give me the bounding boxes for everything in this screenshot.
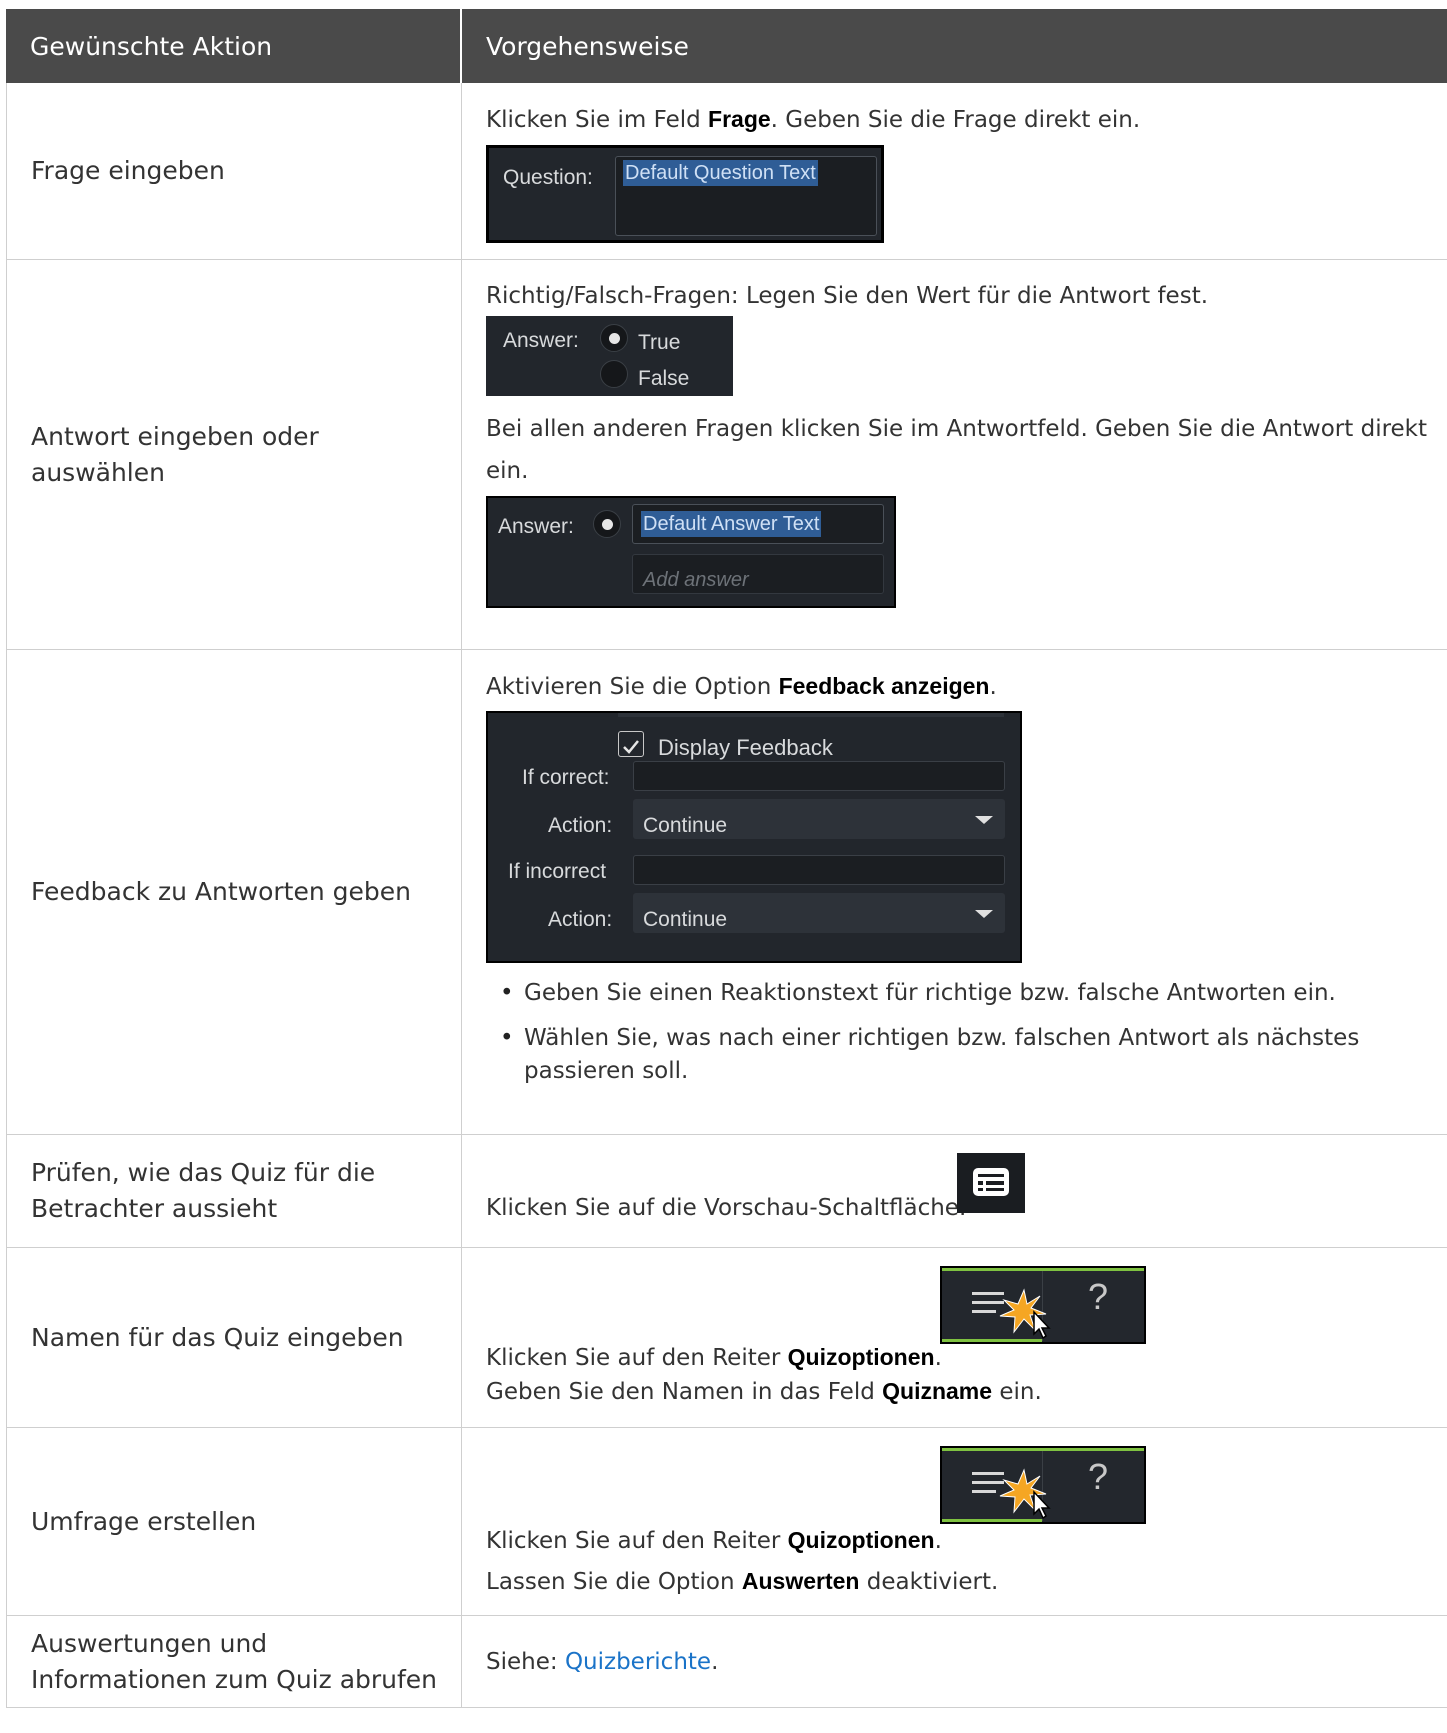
row-procedure: Richtig/Falsch-Fragen: Legen Sie den Wer… <box>462 260 1447 649</box>
help-tab-icon[interactable]: ? <box>1088 1278 1108 1316</box>
bullet-list: Geben Sie einen Reaktionstext für richti… <box>486 977 1433 1088</box>
answer-input[interactable]: Default Answer Text <box>632 504 884 544</box>
list-item: Wählen Sie, was nach einer richtigen bzw… <box>500 1022 1433 1088</box>
true-false-screenshot: Answer: True False <box>486 316 733 396</box>
instruction-text: Siehe: Quizberichte. <box>486 1648 719 1675</box>
row-procedure: Klicken Sie auf den Reiter Quizoptionen.… <box>462 1248 1447 1427</box>
answer-field-screenshot: Answer: Default Answer Text Add answer <box>486 496 896 608</box>
quiz-options-tab-screenshot: ? <box>940 1266 1146 1344</box>
if-correct-input[interactable] <box>633 761 1005 791</box>
table-row: Feedback zu Antworten geben Aktivieren S… <box>6 650 1447 1135</box>
table-row: Umfrage erstellen Klicken Sie auf den Re… <box>6 1428 1447 1616</box>
cursor-icon <box>1033 1310 1051 1340</box>
add-answer-input[interactable]: Add answer <box>632 554 884 594</box>
add-answer-placeholder: Add answer <box>643 569 749 591</box>
row-action: Antwort eingeben oder auswählen <box>6 260 462 649</box>
quiz-reports-link[interactable]: Quizberichte <box>565 1649 711 1675</box>
answer-radio[interactable] <box>593 510 621 538</box>
header-action: Gewünschte Aktion <box>6 9 462 83</box>
answer-label: Answer: <box>498 515 574 538</box>
quiz-options-tab-screenshot: ? <box>940 1446 1146 1524</box>
instruction-text: Klicken Sie auf den Reiter Quizoptionen. <box>486 1527 942 1554</box>
help-tab-icon[interactable]: ? <box>1088 1458 1108 1496</box>
quiz-options-tab-icon[interactable] <box>942 1268 1052 1344</box>
row-action: Frage eingeben <box>6 83 462 259</box>
action-select-value: Continue <box>643 908 728 931</box>
question-input[interactable]: Default Question Text <box>615 156 877 236</box>
row-procedure: Klicken Sie auf den Reiter Quizoptionen.… <box>462 1428 1447 1615</box>
radio-false-label: False <box>638 367 690 390</box>
action-label: Action: <box>548 908 613 931</box>
action-select-incorrect[interactable]: Continue <box>633 893 1005 933</box>
radio-true[interactable] <box>600 324 628 352</box>
instruction-text: Bei allen anderen Fragen klicken Sie im … <box>486 416 1428 484</box>
instruction-text: Klicken Sie im Feld Frage. Geben Sie die… <box>486 106 1141 133</box>
instruction-text: Klicken Sie auf die Vorschau-Schaltfläch… <box>486 1195 967 1221</box>
if-incorrect-label: If incorrect <box>508 860 607 883</box>
header-procedure: Vorgehensweise <box>486 31 689 61</box>
row-procedure: Aktivieren Sie die Option Feedback anzei… <box>462 650 1447 1134</box>
quiz-options-tab-icon[interactable] <box>942 1448 1052 1524</box>
chevron-down-icon <box>975 816 993 824</box>
instruction-text: Geben Sie den Namen in das Feld Quizname… <box>486 1378 1042 1405</box>
cursor-icon <box>1033 1490 1051 1520</box>
table-row: Antwort eingeben oder auswählen Richtig/… <box>6 260 1447 650</box>
answer-label: Answer: <box>503 329 579 352</box>
instruction-text: Richtig/Falsch-Fragen: Legen Sie den Wer… <box>486 283 1209 309</box>
table-row: Auswertungen und Informationen zum Quiz … <box>6 1616 1447 1708</box>
row-procedure: Siehe: Quizberichte. <box>462 1616 1447 1707</box>
question-field-screenshot: Question: Default Question Text <box>486 145 884 243</box>
radio-true-label: True <box>638 331 681 354</box>
action-label: Action: <box>548 814 613 837</box>
table-row: Frage eingeben Klicken Sie im Feld Frage… <box>6 83 1447 260</box>
display-feedback-checkbox[interactable] <box>618 731 644 757</box>
row-action: Auswertungen und Informationen zum Quiz … <box>6 1616 462 1707</box>
radio-false[interactable] <box>600 360 628 388</box>
instruction-text: Aktivieren Sie die Option Feedback anzei… <box>486 673 997 700</box>
question-label: Question: <box>503 166 593 189</box>
if-correct-label: If correct: <box>522 766 610 789</box>
preview-button[interactable] <box>957 1153 1025 1213</box>
row-action: Feedback zu Antworten geben <box>6 650 462 1134</box>
if-incorrect-input[interactable] <box>633 855 1005 885</box>
table-header: Gewünschte Aktion Vorgehensweise <box>6 9 1447 83</box>
row-procedure: Klicken Sie auf die Vorschau-Schaltfläch… <box>462 1135 1447 1247</box>
row-action: Umfrage erstellen <box>6 1428 462 1615</box>
action-select-value: Continue <box>643 814 728 837</box>
row-action: Namen für das Quiz eingeben <box>6 1248 462 1427</box>
action-select-correct[interactable]: Continue <box>633 799 1005 839</box>
row-action: Prüfen, wie das Quiz für die Betrachter … <box>6 1135 462 1247</box>
chevron-down-icon <box>975 910 993 918</box>
table-row: Prüfen, wie das Quiz für die Betrachter … <box>6 1135 1447 1248</box>
answer-value: Default Answer Text <box>641 511 822 537</box>
table-row: Namen für das Quiz eingeben Klicken Sie … <box>6 1248 1447 1428</box>
checkmark-icon <box>623 740 639 754</box>
instruction-table: Gewünschte Aktion Vorgehensweise Frage e… <box>6 9 1447 1708</box>
row-procedure: Klicken Sie im Feld Frage. Geben Sie die… <box>462 83 1447 259</box>
question-value: Default Question Text <box>623 160 818 186</box>
instruction-text: Lassen Sie die Option Auswerten deaktivi… <box>486 1568 999 1595</box>
list-item: Geben Sie einen Reaktionstext für richti… <box>500 977 1433 1010</box>
feedback-screenshot: Display Feedback If correct: Action: Con… <box>486 711 1022 963</box>
preview-icon <box>973 1168 1009 1196</box>
